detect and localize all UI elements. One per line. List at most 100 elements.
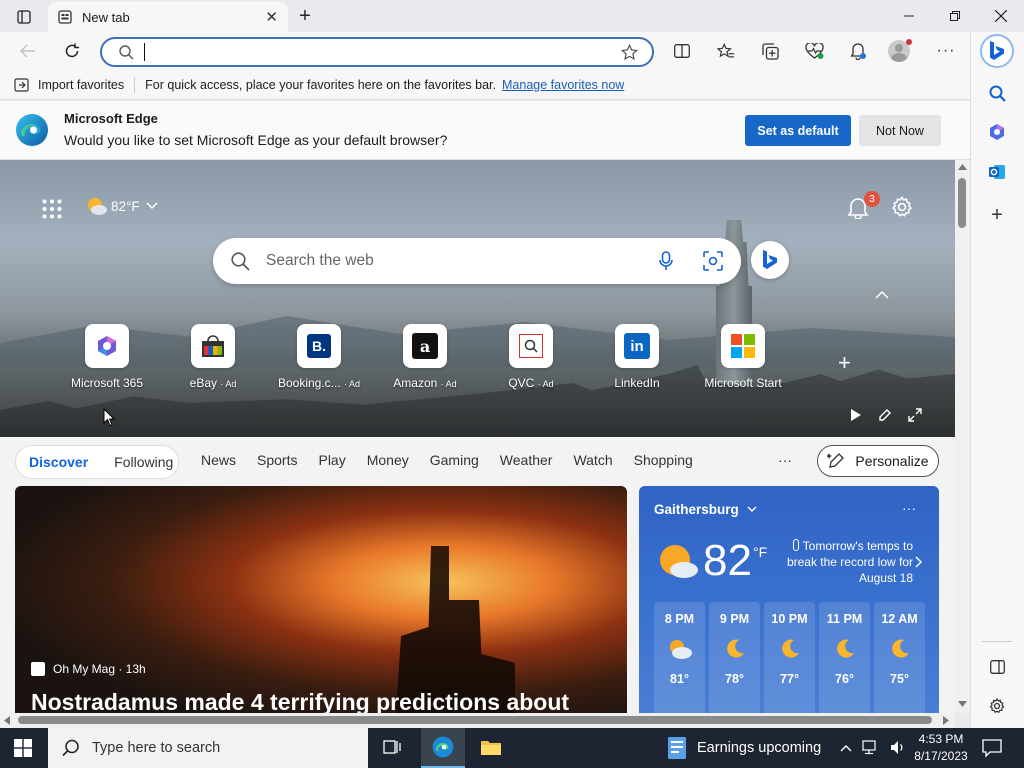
weather-temp: 82 (703, 536, 752, 585)
chevron-right-icon[interactable] (915, 556, 923, 568)
more-categories-button[interactable]: ··· (778, 452, 792, 468)
minimize-button[interactable] (886, 0, 932, 32)
hide-sidebar-button[interactable] (986, 656, 1008, 678)
visual-search-icon[interactable] (703, 251, 723, 271)
favorites-button[interactable] (710, 35, 742, 67)
sidebar-divider (982, 641, 1012, 642)
split-screen-button[interactable] (666, 35, 698, 67)
hourly-item[interactable]: 12 AM 75° (874, 602, 925, 713)
weather-chip[interactable]: 82°F (86, 196, 158, 216)
not-now-button[interactable]: Not Now (859, 115, 941, 146)
expand-icon[interactable] (908, 408, 922, 422)
chevron-up-icon[interactable] (840, 744, 852, 752)
taskbar-search-box[interactable]: Type here to search (48, 728, 368, 768)
bing-chat-button[interactable] (980, 34, 1014, 68)
clock[interactable]: 4:53 PM 8/17/2023 (912, 731, 970, 765)
horizontal-scrollbar[interactable] (0, 713, 955, 728)
tab-play[interactable]: Play (318, 452, 345, 468)
quick-link-microsoft-365[interactable]: Microsoft 365 (62, 324, 152, 390)
sidebar-add-button[interactable]: + (986, 204, 1008, 226)
quick-link-ebay[interactable]: eBay · Ad (168, 324, 258, 390)
new-tab-button[interactable]: + (293, 4, 317, 28)
hourly-item[interactable]: 11 PM 76° (819, 602, 870, 713)
scroll-up-arrow-icon[interactable] (958, 164, 967, 170)
favorite-star-icon[interactable] (621, 43, 638, 61)
collapse-chevron-up-icon[interactable] (875, 287, 889, 302)
refresh-button[interactable] (56, 35, 88, 67)
quick-link-qvc[interactable]: QVC · Ad (486, 324, 576, 390)
task-view-icon[interactable] (383, 738, 403, 759)
microphone-icon[interactable] (659, 251, 673, 271)
tab-weather[interactable]: Weather (500, 452, 553, 468)
sidebar-search-button[interactable] (986, 82, 1008, 104)
tab-new-tab[interactable]: New tab ✕ (48, 2, 288, 32)
hourly-item[interactable]: 8 PM 81° (654, 602, 705, 713)
hour-time: 10 PM (771, 612, 808, 626)
personalize-button[interactable]: Personalize (817, 445, 939, 477)
hourly-item[interactable]: 10 PM 77° (764, 602, 815, 713)
tab-watch[interactable]: Watch (573, 452, 612, 468)
quick-link-booking[interactable]: B. Booking.c... · Ad (274, 324, 364, 390)
tab-following[interactable]: Following (114, 454, 173, 470)
news-headline[interactable]: Nostradamus made 4 terrifying prediction… (31, 689, 569, 713)
quick-link-linkedin[interactable]: in LinkedIn (592, 324, 682, 390)
weather-card[interactable]: Gaithersburg ··· 82 °F Tomorrow's temps … (639, 486, 939, 713)
web-search-box[interactable]: Search the web (213, 238, 741, 284)
scroll-left-arrow-icon[interactable] (4, 716, 10, 725)
vertical-scrollbar[interactable] (955, 160, 970, 713)
hour-temp: 77° (780, 672, 799, 686)
weather-location-selector[interactable]: Gaithersburg (654, 502, 757, 517)
settings-and-more-button[interactable]: ··· (930, 35, 962, 67)
sidebar-office-button[interactable] (986, 121, 1008, 143)
tab-sports[interactable]: Sports (257, 452, 297, 468)
scroll-down-arrow-icon[interactable] (958, 701, 967, 707)
back-button[interactable] (12, 35, 44, 67)
news-card[interactable]: Oh My Mag · 13h Nostradamus made 4 terri… (15, 486, 627, 713)
tab-actions-icon[interactable] (10, 6, 38, 28)
tab-gaming[interactable]: Gaming (430, 452, 479, 468)
close-tab-icon[interactable]: ✕ (265, 8, 278, 26)
notifications-button[interactable] (842, 35, 874, 67)
bing-icon (990, 41, 1004, 60)
page-settings-button[interactable] (891, 196, 913, 221)
weather-tip[interactable]: Tomorrow's temps to break the record low… (781, 538, 913, 586)
favorites-bar: Import favorites For quick access, place… (0, 70, 970, 100)
quick-link-amazon[interactable]: a Amazon · Ad (380, 324, 470, 390)
address-input[interactable] (144, 43, 621, 61)
vertical-scroll-thumb[interactable] (958, 178, 966, 228)
sidebar-settings-button[interactable] (986, 695, 1008, 717)
edit-background-icon[interactable] (878, 408, 892, 422)
weather-more-button[interactable]: ··· (902, 500, 916, 516)
sidebar-outlook-button[interactable] (986, 161, 1008, 183)
browser-essentials-button[interactable] (798, 35, 830, 67)
add-quick-link-button[interactable]: + (838, 350, 851, 376)
windows-start-icon[interactable] (14, 739, 32, 760)
file-explorer-icon[interactable] (480, 738, 502, 759)
quick-link-microsoft-start[interactable]: Microsoft Start (698, 324, 788, 390)
tab-discover[interactable]: Discover (29, 454, 88, 470)
play-icon[interactable] (850, 408, 862, 422)
collections-button[interactable] (754, 35, 786, 67)
taskbar-edge-button[interactable] (421, 728, 465, 768)
news-widget[interactable]: Earnings upcoming (667, 736, 821, 760)
tab-shopping[interactable]: Shopping (634, 452, 693, 468)
hour-time: 12 AM (881, 612, 918, 626)
scroll-right-arrow-icon[interactable] (943, 716, 949, 725)
profile-button[interactable] (886, 35, 918, 67)
bing-chat-hero-button[interactable] (751, 241, 789, 279)
manage-favorites-link[interactable]: Manage favorites now (502, 78, 624, 92)
tab-news[interactable]: News (201, 452, 236, 468)
close-window-button[interactable] (978, 0, 1024, 32)
horizontal-scroll-thumb[interactable] (18, 716, 932, 724)
set-as-default-button[interactable]: Set as default (745, 115, 851, 146)
volume-icon[interactable] (890, 740, 906, 755)
restore-button[interactable] (932, 0, 978, 32)
notifications-bell[interactable]: 3 (847, 191, 880, 222)
apps-grid-icon[interactable] (42, 199, 62, 222)
address-bar[interactable] (100, 37, 654, 67)
action-center-icon[interactable] (982, 738, 1002, 761)
import-favorites-button[interactable]: Import favorites (14, 78, 124, 92)
network-icon[interactable] (862, 740, 880, 755)
hourly-item[interactable]: 9 PM 78° (709, 602, 760, 713)
tab-money[interactable]: Money (367, 452, 409, 468)
